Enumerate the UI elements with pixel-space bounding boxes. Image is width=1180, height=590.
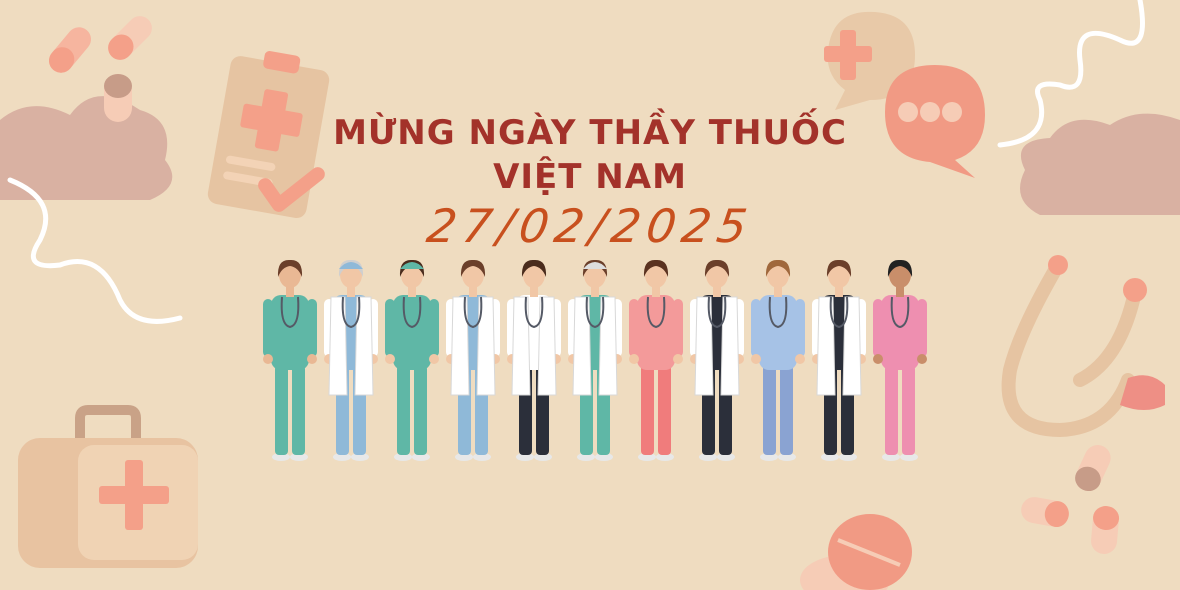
stethoscope-icon (1001, 255, 1165, 438)
figure-nurse-teal-scrubs-folder (263, 259, 317, 461)
pill-icon-3 (104, 74, 132, 122)
pill-icon-4 (1075, 445, 1111, 492)
banner-title-line1: MỪNG NGÀY THẦY THUỐC (333, 113, 847, 153)
figure-doctor-coat-bearded (507, 259, 561, 461)
figure-nurse-pink-scrubs-2 (873, 259, 927, 461)
pill-icon-2 (108, 16, 152, 60)
figure-nurse-pink-scrubs (629, 259, 683, 461)
banner-title-line2: VIỆT NAM (493, 157, 687, 197)
banner-canvas: MỪNG NGÀY THẦY THUỐC VIỆT NAM 27/02/2025 (0, 0, 1180, 590)
first-aid-kit-icon (18, 405, 198, 568)
pill-icon-6 (1091, 506, 1120, 554)
figure-nurse-blue-scrubs-male (751, 259, 805, 461)
figure-doctor-coat-clipboard (812, 259, 866, 461)
pill-tablet-icon (800, 514, 912, 590)
figure-doctor-coat-folder (446, 259, 500, 461)
figure-doctor-surgeon-cap (324, 259, 378, 461)
figure-nurse-green-cap (385, 259, 439, 461)
banner-date: 27/02/2025 (423, 199, 757, 253)
squiggle-left (7, 177, 183, 324)
figure-doctor-head-mirror (568, 259, 622, 461)
pill-icon-5 (1021, 497, 1069, 528)
medical-team-illustration (263, 259, 927, 461)
figure-doctor-coat-dark-pants (690, 259, 744, 461)
pill-icon-1 (49, 27, 91, 73)
